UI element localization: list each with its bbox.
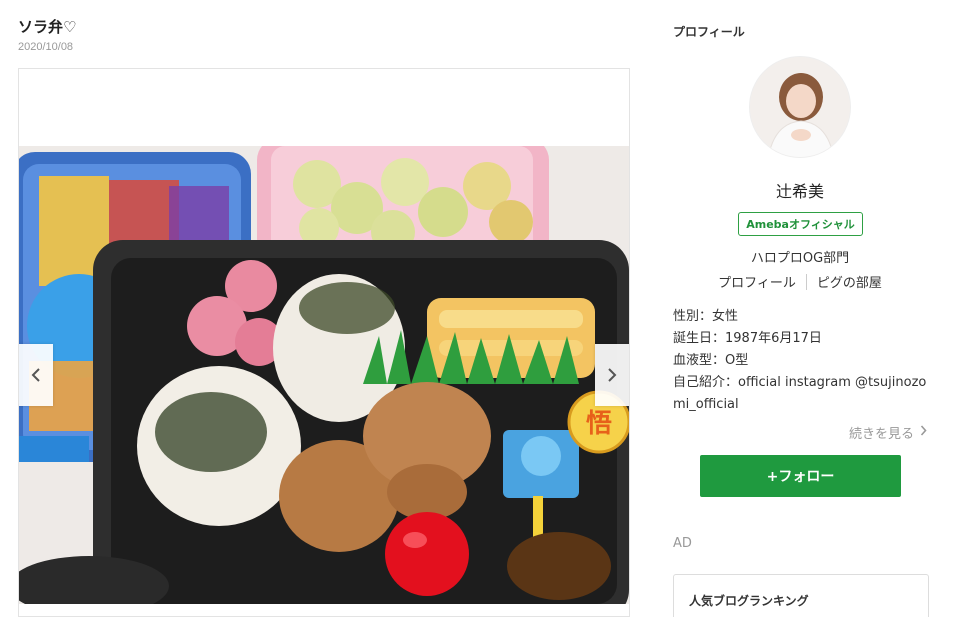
ranking-title[interactable]: 人気ブログランキング <box>689 592 809 609</box>
blog-ranking-box: 人気ブログランキング <box>673 574 929 617</box>
chevron-right-icon <box>606 367 618 383</box>
follow-button[interactable]: +フォロー <box>700 455 901 497</box>
post-date: 2020/10/08 <box>18 41 74 53</box>
official-badge: Amebaオフィシャル <box>738 212 863 236</box>
chevron-right-icon <box>920 425 927 440</box>
profile-info: 性別：女性 誕生日：1987年6月17日 血液型：O型 自己紹介：officia… <box>673 306 929 416</box>
gallery-next-button[interactable] <box>595 344 629 406</box>
photo-gallery: 悟 <box>18 68 630 617</box>
info-gender: 性別：女性 <box>673 309 739 324</box>
teriyaki <box>507 532 611 600</box>
pigg-room-link[interactable]: ピグの部屋 <box>817 272 882 291</box>
bento-illustration: 悟 <box>19 146 629 604</box>
link-divider <box>805 273 807 290</box>
read-more-label: 続きを見る <box>848 427 914 442</box>
profile-links: プロフィール ピグの部屋 <box>673 272 927 291</box>
chevron-left-icon <box>30 367 42 383</box>
avatar[interactable] <box>749 56 851 158</box>
pick-badge-glyph: 悟 <box>586 409 612 439</box>
bento-photo[interactable]: 悟 <box>19 146 629 604</box>
tomato <box>385 512 469 596</box>
read-more-link[interactable]: 続きを見る <box>849 423 927 442</box>
ad-label: AD <box>673 536 692 551</box>
post-title[interactable]: ソラ弁♡ <box>18 16 76 37</box>
info-blood-type: 血液型：O型 <box>673 353 749 368</box>
genre-category[interactable]: ハロプロOG部門 <box>673 247 927 266</box>
profile-link[interactable]: プロフィール <box>718 272 796 291</box>
gallery-prev-button[interactable] <box>19 344 53 406</box>
blogger-name[interactable]: 辻希美 <box>673 178 927 202</box>
info-birthday: 誕生日：1987年6月17日 <box>673 331 822 346</box>
profile-heading: プロフィール <box>673 25 745 39</box>
info-introduction: 自己紹介：official instagram @tsujinozomi_off… <box>673 375 927 412</box>
